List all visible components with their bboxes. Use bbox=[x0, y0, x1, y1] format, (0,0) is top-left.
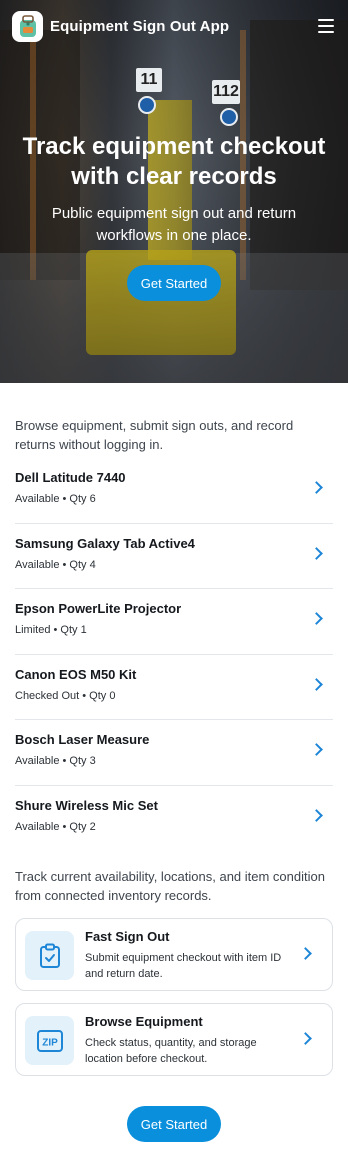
equipment-status: Available • Qty 2 bbox=[15, 820, 96, 833]
chevron-right-icon[interactable] bbox=[310, 808, 323, 822]
get-started-button[interactable]: Get Started bbox=[127, 265, 221, 301]
equipment-status: Limited • Qty 1 bbox=[15, 624, 87, 636]
card-title: Fast Sign Out bbox=[85, 929, 170, 944]
app-title: Equipment Sign Out App bbox=[50, 17, 230, 35]
backpack-icon[interactable] bbox=[12, 10, 43, 42]
chevron-right-icon[interactable] bbox=[299, 1032, 312, 1045]
chevron-right-icon[interactable] bbox=[310, 481, 323, 494]
zip-icon-label: ZIP bbox=[42, 1037, 58, 1048]
equipment-list-item[interactable]: Dell Latitude 7440 Available • Qty 6 bbox=[15, 458, 333, 524]
chevron-right-icon[interactable] bbox=[310, 612, 323, 625]
equipment-list-item[interactable]: Canon EOS M50 Kit Checked Out • Qty 0 bbox=[15, 655, 333, 720]
zip-file-icon: ZIP bbox=[25, 1016, 74, 1065]
card-title: Browse Equipment bbox=[85, 1014, 203, 1029]
inventory-intro-text: Track current availability, locations, a… bbox=[15, 869, 325, 903]
equipment-name: Bosch Laser Measure bbox=[15, 732, 150, 747]
equipment-list-item[interactable]: Samsung Galaxy Tab Active4 Available • Q… bbox=[15, 524, 333, 589]
arrow-up-icon bbox=[220, 108, 238, 126]
intro-text: Browse equipment, submit sign outs, and … bbox=[15, 418, 294, 452]
fast-sign-out-card[interactable]: Fast Sign Out Submit equipment checkout … bbox=[15, 918, 333, 991]
get-started-bottom-button[interactable]: Get Started bbox=[127, 1106, 221, 1142]
equipment-name: Shure Wireless Mic Set bbox=[15, 797, 158, 813]
equipment-status: Checked Out • Qty 0 bbox=[15, 689, 116, 702]
arrow-up-icon bbox=[138, 96, 156, 114]
equipment-list: Dell Latitude 7440 Available • Qty 6 Sam… bbox=[15, 458, 333, 851]
top-bar: Equipment Sign Out App bbox=[0, 0, 348, 52]
aisle-sign: 112 bbox=[212, 80, 240, 104]
clipboard-check-icon bbox=[25, 931, 74, 980]
equipment-list-item[interactable]: Bosch Laser Measure Available • Qty 3 bbox=[15, 720, 333, 786]
hero-title: Track equipment checkout with clear reco… bbox=[22, 133, 326, 190]
equipment-list-item[interactable]: Shure Wireless Mic Set Available • Qty 2 bbox=[15, 786, 333, 852]
equipment-name: Samsung Galaxy Tab Active4 bbox=[15, 535, 195, 551]
equipment-status: Available • Qty 6 bbox=[15, 493, 96, 505]
hero-section: 11 112 Equipment Sign Out App Track equi… bbox=[0, 0, 348, 383]
chevron-right-icon[interactable] bbox=[299, 947, 312, 960]
card-description: Submit equipment checkout with item ID a… bbox=[85, 952, 282, 980]
equipment-status: Available • Qty 3 bbox=[15, 755, 96, 767]
hero-subtitle: Public equipment sign out and return wor… bbox=[51, 205, 297, 244]
chevron-right-icon[interactable] bbox=[310, 743, 323, 756]
aisle-sign: 11 bbox=[136, 68, 162, 92]
chevron-right-icon[interactable] bbox=[310, 546, 323, 560]
equipment-list-item[interactable]: Epson PowerLite Projector Limited • Qty … bbox=[15, 589, 333, 655]
equipment-name: Epson PowerLite Projector bbox=[15, 601, 182, 616]
chevron-right-icon[interactable] bbox=[310, 677, 323, 691]
card-description: Check status, quantity, and storage loca… bbox=[85, 1037, 257, 1065]
browse-equipment-card[interactable]: ZIP Browse Equipment Check status, quant… bbox=[15, 1003, 333, 1076]
hamburger-menu-icon[interactable] bbox=[318, 19, 334, 33]
equipment-name: Canon EOS M50 Kit bbox=[15, 666, 137, 682]
equipment-status: Available • Qty 4 bbox=[15, 558, 96, 571]
equipment-name: Dell Latitude 7440 bbox=[15, 470, 126, 485]
